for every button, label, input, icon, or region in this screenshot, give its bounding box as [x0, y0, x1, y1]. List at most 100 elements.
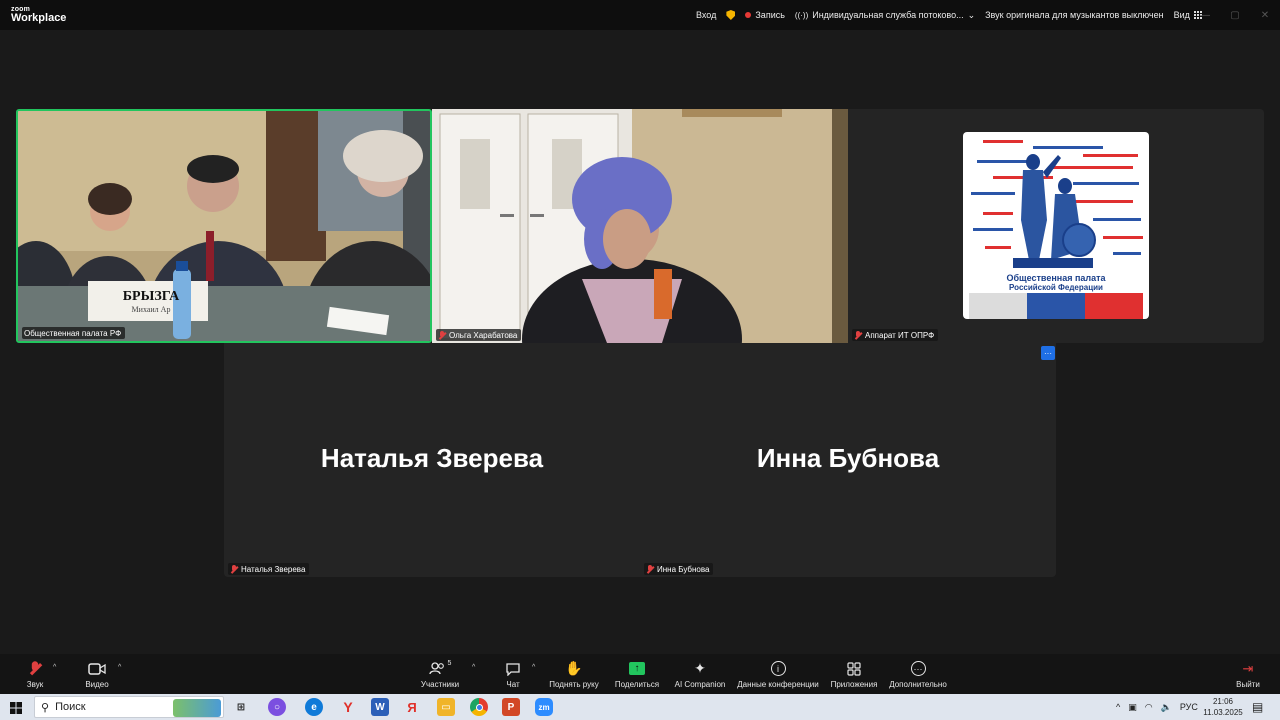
maximize-button[interactable]: ▢ [1220, 0, 1250, 30]
volume-icon[interactable]: 🔈 [1161, 702, 1172, 713]
close-button[interactable]: ✕ [1250, 0, 1280, 30]
chat-icon [505, 660, 521, 678]
mic-muted-icon [646, 564, 654, 574]
chat-label: Чат [506, 679, 520, 689]
camera-icon [88, 660, 106, 678]
system-tray: ^ ▣ ◠ 🔈 РУС [1116, 694, 1198, 720]
search-icon: ⚲ [41, 701, 50, 714]
leave-button[interactable]: ⇥ Выйти [1234, 654, 1262, 694]
participant-display-name: Наталья Зверева [320, 443, 544, 473]
yandex-app-icon[interactable]: Я [403, 698, 421, 716]
windows-taskbar: ⚲ Поиск ⊞ ○ e Y W Я ▭ P zm ^ ▣ ◠ 🔈 РУС 2… [0, 694, 1280, 720]
video-tile-4[interactable]: Наталья Зверева Наталья Зверева [224, 343, 640, 577]
share-button[interactable]: ↑ Поделиться [613, 654, 661, 694]
yandex-browser-icon[interactable]: Y [339, 698, 357, 716]
taskbar-search[interactable]: ⚲ Поиск [34, 696, 224, 718]
monument-icon [1013, 154, 1096, 268]
participant-name: Наталья Зверева [241, 564, 306, 574]
enter-button[interactable]: Вход [696, 10, 716, 20]
video-options-caret[interactable]: ^ [118, 664, 121, 671]
chat-button[interactable]: Чат [503, 654, 523, 694]
view-label: Вид [1173, 10, 1190, 20]
hand-icon: ✋ [565, 660, 583, 676]
windows-logo-icon [10, 702, 22, 714]
video-tile-2[interactable]: Ольга Харабатова [432, 109, 848, 343]
leave-icon: ⇥ [1242, 660, 1254, 676]
name-placard: БРЫЗГА [122, 289, 180, 304]
video-frame-room [18, 111, 430, 341]
name-placard-sub: Михаил Ар [131, 305, 171, 314]
broadcast-icon: ((·)) [794, 10, 809, 20]
minimize-button[interactable]: — [1190, 0, 1220, 30]
tile-more-button[interactable]: ··· [1041, 346, 1055, 360]
mic-muted-icon [854, 330, 862, 340]
zoom-app-icon[interactable]: zm [535, 698, 553, 716]
audio-options-caret[interactable]: ^ [53, 664, 56, 671]
meeting-info-label: Данные конференции [737, 679, 819, 689]
chrome-browser-icon[interactable] [470, 698, 488, 716]
ai-companion-label: AI Companion [674, 679, 726, 689]
apps-button[interactable]: Приложения [827, 654, 881, 694]
windows-start-button[interactable] [10, 701, 22, 719]
ai-companion-button[interactable]: ✦ AI Companion [673, 654, 727, 694]
raise-hand-button[interactable]: ✋ Поднять руку [546, 654, 602, 694]
meeting-info-button[interactable]: i Данные конференции [735, 654, 821, 694]
taskbar-clock[interactable]: 21:06 11.03.2025 [1200, 696, 1246, 718]
logo-line2: Workplace [11, 12, 67, 24]
audio-button[interactable]: Звук [22, 654, 48, 694]
more-icon: ··· [910, 660, 926, 678]
video-button[interactable]: Видео [82, 654, 112, 694]
video-frame-speaker [432, 109, 848, 343]
record-label: Запись [755, 10, 785, 20]
audio-label: Звук [26, 679, 44, 689]
clock-time: 21:06 [1212, 697, 1234, 706]
leave-label: Выйти [1236, 679, 1260, 689]
chevron-down-icon: ⌄ [967, 9, 976, 20]
chat-options-caret[interactable]: ^ [532, 664, 535, 671]
security-button[interactable] [726, 10, 736, 20]
participant-name: Инна Бубнова [657, 564, 710, 574]
zoom-window: zoom Workplace Вход Запись ((·)) Индивиду… [0, 0, 1280, 720]
search-placeholder: Поиск [55, 701, 86, 713]
notifications-icon[interactable]: ▤ [1252, 700, 1263, 714]
meeting-toolbar: Звук ^ Видео ^ 5 Участники ^ Чат ^ ✋ Под… [0, 654, 1280, 694]
powerpoint-app-icon[interactable]: P [502, 698, 520, 716]
task-view-icon[interactable]: ⊞ [232, 698, 250, 716]
search-highlight-image [173, 699, 221, 717]
meet-now-icon[interactable]: ▣ [1128, 702, 1137, 713]
word-app-icon[interactable]: W [371, 698, 389, 716]
chevron-up-icon[interactable]: ^ [1116, 702, 1120, 712]
video-tile-1[interactable]: БРЫЗГА Михаил Ар Общественная палата РФ [16, 109, 432, 343]
participants-label: Участники [420, 679, 460, 689]
participant-name: Аппарат ИТ ОПРФ [865, 330, 935, 340]
share-screen-icon: ↑ [629, 660, 645, 678]
language-indicator[interactable]: РУС [1180, 702, 1198, 712]
streaming-label: Индивидуальная служба потоково... [812, 10, 964, 20]
mic-muted-icon [230, 564, 238, 574]
video-tile-3[interactable]: Общественная палата Российской Федерации… [848, 109, 1264, 343]
more-options-button[interactable]: ··· Дополнительно [886, 654, 950, 694]
file-explorer-icon[interactable]: ▭ [437, 698, 455, 716]
participant-display-name: Инна Бубнова [756, 443, 940, 473]
video-tile-5[interactable]: Инна Бубнова Инна Бубнова [640, 343, 1056, 577]
original-sound-status[interactable]: Звук оригинала для музыкантов выключен [985, 10, 1163, 20]
top-bar: zoom Workplace Вход Запись ((·)) Индивиду… [0, 0, 1280, 30]
logo-title-2: Российской Федерации [1009, 283, 1103, 292]
participant-name: Общественная палата РФ [24, 328, 122, 338]
video-label: Видео [85, 679, 109, 689]
streaming-dropdown[interactable]: ((·)) Индивидуальная служба потоково... ⌄ [795, 10, 975, 21]
participant-name-label: Ольга Харабатова [436, 329, 522, 341]
participants-button[interactable]: 5 Участники [418, 654, 462, 694]
wifi-icon[interactable]: ◠ [1145, 702, 1153, 713]
apps-label: Приложения [830, 679, 878, 689]
participant-name-label: Аппарат ИТ ОПРФ [852, 329, 939, 341]
participants-icon: 5 [428, 660, 451, 678]
info-icon: i [770, 660, 786, 678]
edge-browser-icon[interactable]: e [305, 698, 323, 716]
apps-icon [847, 660, 861, 678]
record-indicator[interactable]: Запись [745, 10, 785, 20]
flag-stripes [969, 293, 1143, 319]
raise-hand-label: Поднять руку [549, 679, 599, 689]
participants-options-caret[interactable]: ^ [472, 664, 475, 671]
alice-app-icon[interactable]: ○ [268, 698, 286, 716]
